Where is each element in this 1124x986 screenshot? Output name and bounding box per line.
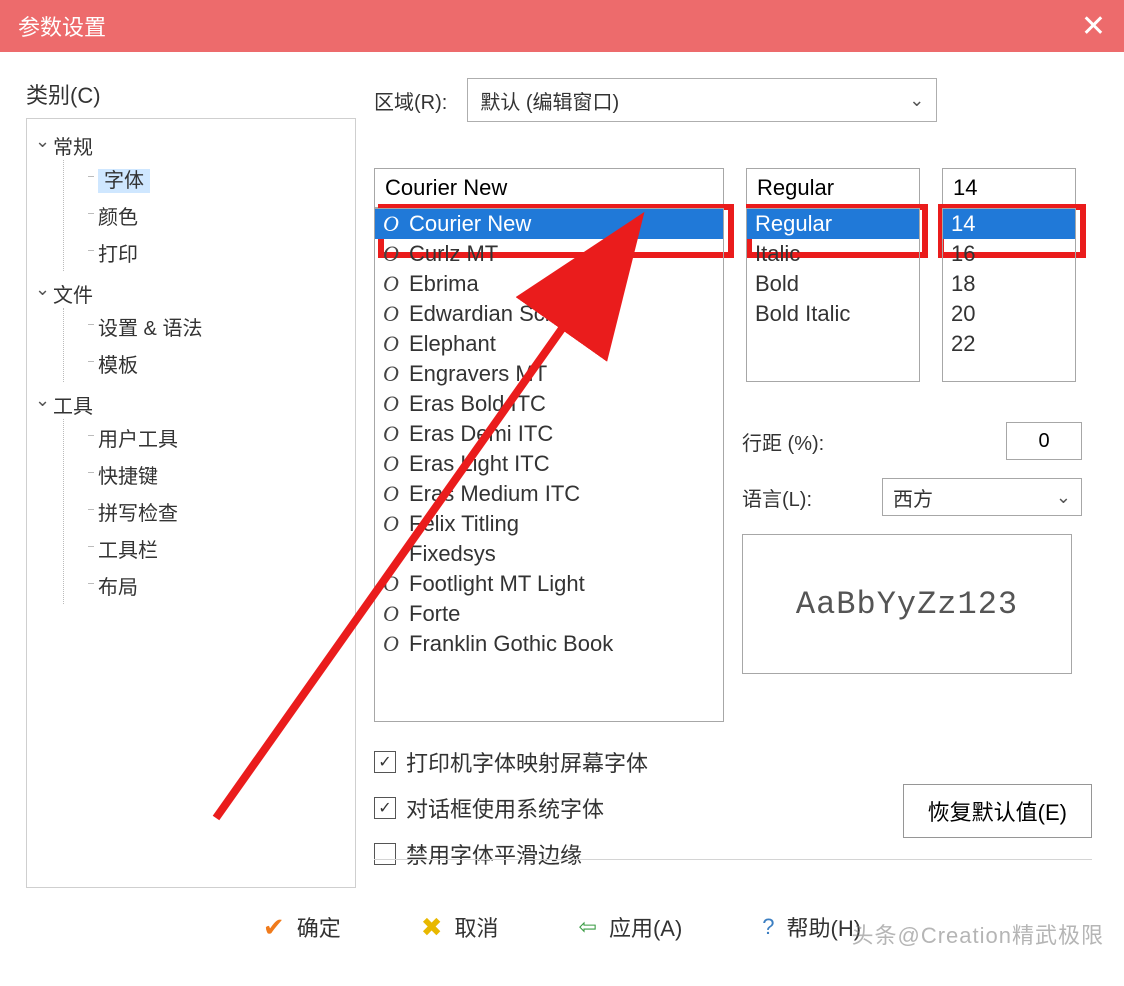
tree-toolbar[interactable]: 工具栏: [78, 530, 349, 567]
opentype-icon: O: [383, 211, 403, 237]
opentype-icon: O: [383, 271, 403, 297]
restore-defaults-button[interactable]: 恢复默认值(E): [903, 784, 1092, 838]
font-list-item[interactable]: OEdwardian Script ITC: [375, 299, 723, 329]
tree-font[interactable]: 字体: [78, 160, 349, 197]
watermark: 头条@Creation精武极限: [852, 918, 1105, 950]
category-tree[interactable]: 常规 字体 颜色 打印 文件 设置 & 语法 模板 工具 用户工具: [26, 118, 356, 888]
checkbox-icon: [374, 797, 396, 819]
check-printer-map[interactable]: 打印机字体映射屏幕字体: [374, 746, 1098, 778]
tree-color[interactable]: 颜色: [78, 197, 349, 234]
font-list-item[interactable]: OEras Bold ITC: [375, 389, 723, 419]
size-list-item[interactable]: 16: [943, 239, 1075, 269]
font-list-item[interactable]: OCourier New: [375, 209, 723, 239]
font-list-item[interactable]: OForte: [375, 599, 723, 629]
check-disable-smooth[interactable]: 禁用字体平滑边缘: [374, 838, 1098, 870]
font-list-item[interactable]: OEras Light ITC: [375, 449, 723, 479]
close-icon[interactable]: ✕: [1081, 9, 1106, 44]
font-list[interactable]: OCourier NewOCurlz MTOEbrimaOEdwardian S…: [374, 208, 724, 722]
separator: [374, 859, 1092, 860]
opentype-icon: O: [383, 331, 403, 357]
font-list-item[interactable]: OEbrima: [375, 269, 723, 299]
x-icon: ✖: [421, 912, 443, 943]
font-list-item[interactable]: OElephant: [375, 329, 723, 359]
opentype-icon: O: [383, 391, 403, 417]
tree-file[interactable]: 文件 设置 & 语法 模板: [33, 275, 349, 386]
tree-settings-grammar[interactable]: 设置 & 语法: [78, 308, 349, 345]
settings-pane: 区域(R): 默认 (编辑窗口) ⌄ OCourier NewOCurlz MT…: [356, 78, 1098, 882]
font-list-item[interactable]: OEras Medium ITC: [375, 479, 723, 509]
category-pane: 类别(C) 常规 字体 颜色 打印 文件 设置 & 语法 模板 工具: [26, 78, 356, 882]
dialog-body: 类别(C) 常规 字体 颜色 打印 文件 设置 & 语法 模板 工具: [0, 52, 1124, 892]
check-icon: ✔: [263, 912, 285, 943]
style-list-item[interactable]: Bold: [747, 269, 919, 299]
line-spacing-label: 行距 (%):: [742, 427, 872, 456]
language-label: 语言(L):: [742, 483, 812, 512]
chevron-down-icon: ⌄: [909, 90, 924, 111]
font-list-item[interactable]: OEngravers MT: [375, 359, 723, 389]
size-list-item[interactable]: 20: [943, 299, 1075, 329]
opentype-icon: O: [383, 451, 403, 477]
font-list-item[interactable]: OCurlz MT: [375, 239, 723, 269]
opentype-icon: O: [383, 511, 403, 537]
opentype-icon: O: [383, 301, 403, 327]
font-list-item[interactable]: OFelix Titling: [375, 509, 723, 539]
font-input[interactable]: [374, 168, 724, 208]
category-label: 类别(C): [26, 78, 356, 110]
tree-tool[interactable]: 工具 用户工具 快捷键 拼写检查 工具栏 布局: [33, 386, 349, 608]
apply-icon: ⇦: [579, 914, 597, 940]
opentype-icon: O: [383, 631, 403, 657]
tree-user-tool[interactable]: 用户工具: [78, 419, 349, 456]
style-list-item[interactable]: Regular: [747, 209, 919, 239]
opentype-icon: O: [383, 601, 403, 627]
tree-spell[interactable]: 拼写检查: [78, 493, 349, 530]
checkbox-icon: [374, 751, 396, 773]
opentype-icon: O: [383, 421, 403, 447]
tree-general[interactable]: 常规 字体 颜色 打印: [33, 127, 349, 275]
cancel-button[interactable]: ✖取消: [421, 911, 499, 943]
size-list-item[interactable]: 18: [943, 269, 1075, 299]
checkbox-icon: [374, 843, 396, 865]
opentype-icon: O: [383, 361, 403, 387]
opentype-icon: O: [383, 241, 403, 267]
size-list[interactable]: 1416182022: [942, 208, 1076, 382]
style-input[interactable]: [746, 168, 920, 208]
font-list-item[interactable]: OFranklin Gothic Book: [375, 629, 723, 659]
size-input[interactable]: [942, 168, 1076, 208]
region-label: 区域(R):: [374, 86, 447, 115]
font-list-item[interactable]: Fixedsys: [375, 539, 723, 569]
size-list-item[interactable]: 22: [943, 329, 1075, 359]
window-title: 参数设置: [18, 10, 106, 42]
style-list-item[interactable]: Bold Italic: [747, 299, 919, 329]
help-icon: ?: [762, 914, 774, 940]
region-select[interactable]: 默认 (编辑窗口) ⌄: [467, 78, 937, 122]
style-list[interactable]: RegularItalicBoldBold Italic: [746, 208, 920, 382]
title-bar: 参数设置 ✕: [0, 0, 1124, 52]
apply-button[interactable]: ⇦应用(A): [579, 911, 683, 943]
tree-layout[interactable]: 布局: [78, 567, 349, 604]
size-list-item[interactable]: 14: [943, 209, 1075, 239]
opentype-icon: O: [383, 571, 403, 597]
tree-shortcut[interactable]: 快捷键: [78, 456, 349, 493]
style-list-item[interactable]: Italic: [747, 239, 919, 269]
tree-template[interactable]: 模板: [78, 345, 349, 382]
tree-print[interactable]: 打印: [78, 234, 349, 271]
opentype-icon: O: [383, 481, 403, 507]
button-bar: ✔确定 ✖取消 ⇦应用(A) ?帮助(H) 头条@Creation精武极限: [0, 892, 1124, 962]
help-button[interactable]: ?帮助(H): [762, 911, 861, 943]
ok-button[interactable]: ✔确定: [263, 911, 341, 943]
font-list-item[interactable]: OEras Demi ITC: [375, 419, 723, 449]
font-list-item[interactable]: OFootlight MT Light: [375, 569, 723, 599]
